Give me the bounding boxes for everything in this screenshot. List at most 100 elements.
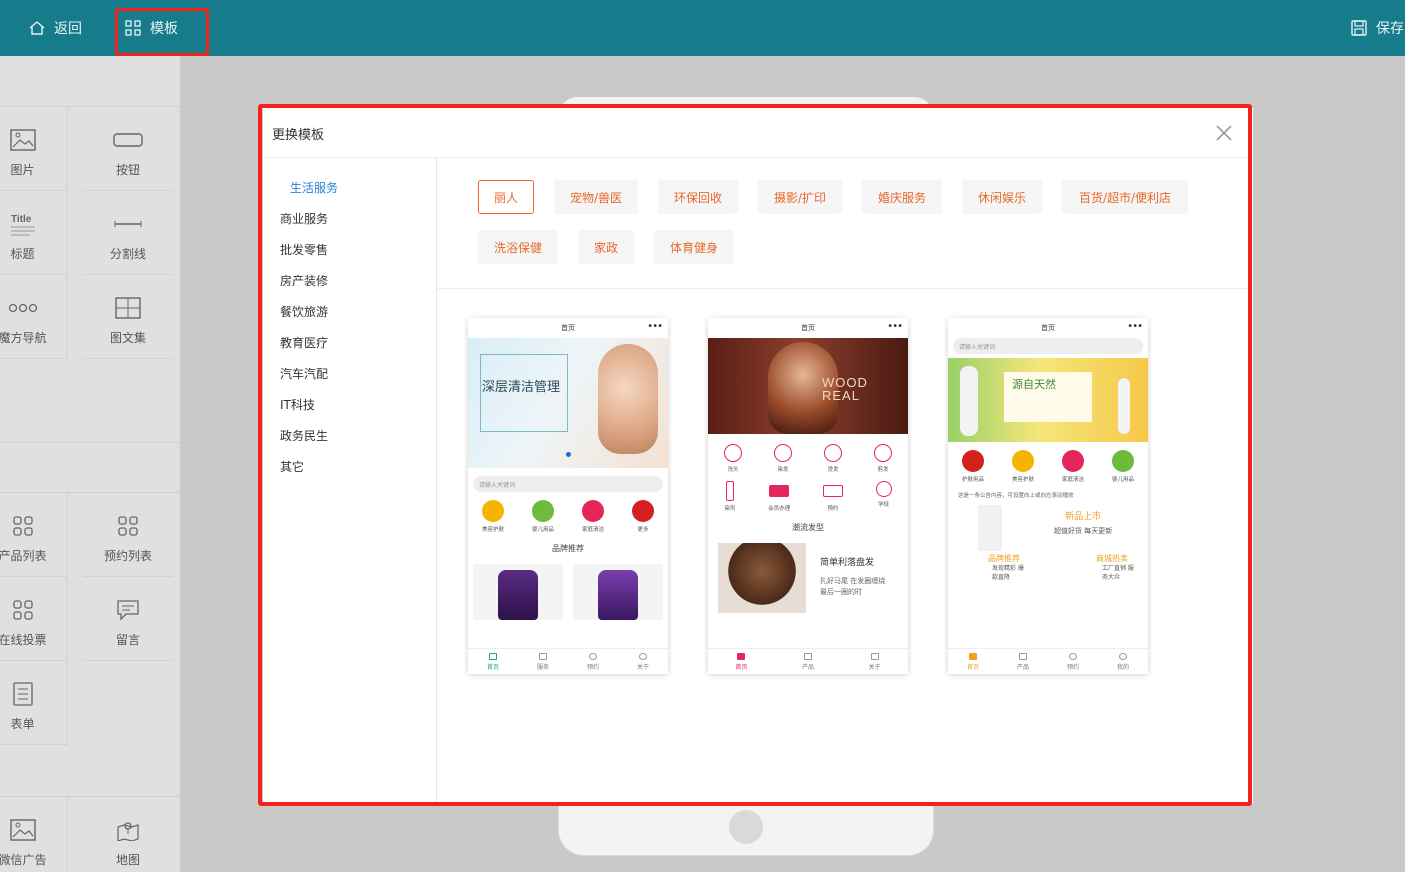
banner-text: WOOD REAL	[822, 375, 868, 403]
sidebar-item-label: 预约列表	[103, 549, 152, 563]
card-page-title: 首页	[801, 324, 815, 332]
section-title: 潮流发型	[792, 523, 824, 532]
form-icon	[12, 682, 33, 706]
template-card-2[interactable]: 首页 ••• WOOD REAL 洗头 染发 烫发 剪发 染剂 会员办理 预约 …	[708, 318, 908, 674]
banner-title: 源自天然	[1012, 378, 1056, 391]
message-icon	[117, 600, 139, 621]
vote-icon	[12, 600, 33, 620]
category-other[interactable]: 其它	[280, 458, 304, 475]
back-button[interactable]: 返回	[28, 17, 82, 39]
article-title: 简单利落盘发	[820, 558, 875, 568]
sidebar-item-message[interactable]: 留言	[83, 577, 173, 661]
card-banner: 源自天然	[948, 358, 1148, 442]
sidebar-item-label: 在线投票	[0, 633, 47, 647]
card-tabbar: 首页 服务 预约 关于	[468, 648, 668, 674]
tag-supermarket[interactable]: 百货/超市/便利店	[1062, 180, 1188, 214]
sidebar-item-divider[interactable]: 分割线	[83, 191, 173, 275]
notice-bar: 这是一条公告内容，可设置向上或向左滚动播放	[958, 493, 1074, 499]
sidebar-item-label: 图文集	[109, 331, 146, 345]
more-icon: •••	[1127, 321, 1143, 332]
category-real-estate[interactable]: 房产装修	[280, 272, 328, 289]
map-icon	[117, 822, 139, 841]
sidebar-item-label: 地图	[115, 853, 140, 867]
tags-divider	[437, 288, 1253, 289]
product-list-icon	[12, 516, 33, 536]
change-template-dialog: 更换模板 生活服务 商业服务 批发零售 房产装修 餐饮旅游 教育医疗 汽车汽配 …	[263, 108, 1253, 804]
card-icon-row: 护肤用品 美容护肤 家庭清洁 婴儿用品	[948, 450, 1148, 483]
sidebar-item-wechat-ad[interactable]: 微信广告	[0, 797, 68, 872]
category-wholesale-retail[interactable]: 批发零售	[280, 241, 328, 258]
category-catering-travel[interactable]: 餐饮旅游	[280, 303, 328, 320]
category-education-medical[interactable]: 教育医疗	[280, 334, 328, 351]
card-statusbar: 首页 •••	[708, 318, 908, 338]
tag-leisure[interactable]: 休闲娱乐	[962, 180, 1042, 214]
component-sidebar: 图片 按钮 Title 标题 分割线 魔方导航 图文集 产品列表 预约列表 在线…	[0, 56, 180, 872]
category-auto[interactable]: 汽车汽配	[280, 365, 328, 382]
sidebar-item-button[interactable]: 按钮	[83, 107, 173, 191]
card-tabbar: 首页 产品 预约 我的	[948, 648, 1148, 674]
card-statusbar: 首页 •••	[948, 318, 1148, 338]
search-input: 请输入关键词	[953, 338, 1143, 354]
sidebar-item-label: 产品列表	[0, 549, 47, 563]
card-icon-row: 洗头 染发 烫发 剪发	[708, 444, 908, 473]
search-input: 请输入关键词	[473, 476, 663, 492]
dialog-title: 更换模板	[272, 128, 325, 143]
sidebar-item-label: 图片	[10, 163, 35, 177]
tag-bath[interactable]: 洗浴保健	[478, 230, 558, 264]
sidebar-item-product-list[interactable]: 产品列表	[0, 493, 68, 577]
card-banner: WOOD REAL	[708, 338, 908, 434]
card-banner: 深层清洁管理	[468, 338, 668, 468]
category-government[interactable]: 政务民生	[280, 427, 328, 444]
template-card-3[interactable]: 首页 ••• 请输入关键词 源自天然 护肤用品 美容护肤 家庭清洁 婴儿用品 这…	[948, 318, 1148, 674]
tag-wedding[interactable]: 婚庆服务	[862, 180, 942, 214]
tag-pet[interactable]: 宠物/兽医	[554, 180, 638, 214]
sidebar-item-label: 表单	[10, 717, 35, 731]
hot-title: 商城热卖	[1096, 554, 1128, 563]
title-icon: Title	[10, 214, 35, 236]
card-page-title: 首页	[561, 324, 575, 332]
tag-sports[interactable]: 体育健身	[654, 230, 734, 264]
template-card-1[interactable]: 首页 ••• 深层清洁管理 请输入关键词 美容护肤 婴儿用品 家庭清洁 更多 品…	[468, 318, 668, 674]
button-icon	[113, 133, 143, 147]
sidebar-divider	[0, 442, 180, 443]
tag-photo[interactable]: 摄影/扩印	[758, 180, 842, 214]
divider-icon	[114, 221, 142, 227]
category-life-service[interactable]: 生活服务	[290, 179, 338, 196]
tag-beauty[interactable]: 丽人	[478, 180, 534, 214]
sidebar-item-map[interactable]: 地图	[83, 797, 173, 872]
sidebar-item-form[interactable]: 表单	[0, 661, 68, 745]
card-icon-row: 染剂 会员办理 预约 学徒	[708, 481, 908, 512]
sidebar-item-label: 魔方导航	[0, 331, 47, 345]
booking-list-icon	[118, 516, 138, 536]
sidebar-item-label: 分割线	[109, 247, 146, 261]
card-tabbar: 首页 产品 关于	[708, 648, 908, 674]
sidebar-item-label: 按钮	[115, 163, 140, 177]
dialog-header-divider	[263, 157, 1253, 158]
sidebar-item-cube-nav[interactable]: 魔方导航	[0, 275, 68, 359]
more-icon: •••	[887, 321, 903, 332]
sidebar-item-vote[interactable]: 在线投票	[0, 577, 68, 661]
cube-nav-icon	[8, 303, 37, 313]
highlight-box-template	[115, 8, 209, 56]
close-icon[interactable]	[1213, 122, 1235, 144]
sidebar-item-graphic-set[interactable]: 图文集	[83, 275, 173, 359]
sidebar-item-label: 微信广告	[0, 853, 47, 867]
sidebar-item-title[interactable]: Title 标题	[0, 191, 68, 275]
sidebar-item-image[interactable]: 图片	[0, 107, 68, 191]
category-panel-divider	[436, 158, 437, 804]
new-title: 新品上市	[1065, 512, 1102, 522]
new-sub: 超值好货 每天更新	[1054, 527, 1113, 535]
card-icon-row: 美容护肤 婴儿用品 家庭清洁 更多	[468, 500, 668, 533]
sidebar-item-label: 留言	[115, 633, 140, 647]
sidebar-item-booking-list[interactable]: 预约列表	[83, 493, 173, 577]
tag-housekeeping[interactable]: 家政	[578, 230, 634, 264]
category-it-tech[interactable]: IT科技	[280, 396, 315, 413]
tag-recycle[interactable]: 环保回收	[658, 180, 738, 214]
home-icon	[29, 21, 45, 35]
grid-image-icon	[115, 297, 141, 319]
section-title: 品牌推荐	[552, 544, 584, 553]
banner-title: 深层清洁管理	[482, 380, 561, 395]
save-button[interactable]: 保存	[1350, 17, 1405, 39]
sidebar-item-label: 标题	[10, 247, 35, 261]
category-business-service[interactable]: 商业服务	[280, 210, 328, 227]
